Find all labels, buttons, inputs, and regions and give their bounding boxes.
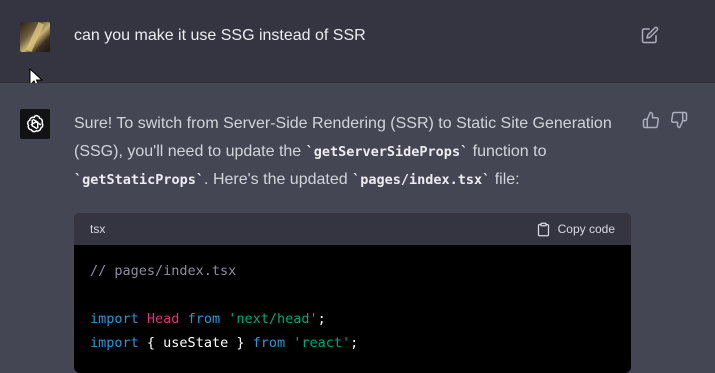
code-identifier: Head bbox=[146, 311, 180, 327]
inline-code: `getStaticProps` bbox=[74, 172, 205, 188]
code-language-label: tsx bbox=[90, 222, 106, 236]
assistant-message-row: Sure! To switch from Server-Side Renderi… bbox=[0, 83, 715, 373]
thumbs-up-icon[interactable] bbox=[642, 111, 660, 129]
user-message-row: can you make it use SSG instead of SSR bbox=[0, 0, 715, 89]
edit-icon[interactable] bbox=[641, 26, 659, 44]
code-content: // pages/index.tsx import Head from 'nex… bbox=[90, 263, 359, 351]
assistant-message-text: Sure! To switch from Server-Side Renderi… bbox=[74, 110, 634, 194]
code-keyword: import bbox=[90, 335, 139, 351]
message-text: file: bbox=[490, 171, 520, 188]
code-keyword: import bbox=[90, 311, 139, 327]
message-line: `getStaticProps`. Here's the updated `pa… bbox=[74, 166, 634, 194]
thumbs-down-icon[interactable] bbox=[670, 111, 688, 129]
message-line: Sure! To switch from Server-Side Renderi… bbox=[74, 110, 634, 138]
code-keyword: from bbox=[252, 335, 286, 351]
code-text: { useState } bbox=[146, 335, 245, 351]
code-comment: // pages/index.tsx bbox=[90, 263, 237, 279]
code-string: 'next/head' bbox=[228, 311, 318, 327]
copy-code-button[interactable]: Copy code bbox=[536, 222, 615, 237]
message-line: (SSG), you'll need to update the `getSer… bbox=[74, 138, 634, 166]
copy-code-label: Copy code bbox=[557, 222, 615, 236]
user-avatar bbox=[20, 22, 50, 52]
code-block-header: tsx Copy code bbox=[74, 213, 631, 245]
code-string: 'react' bbox=[293, 335, 351, 351]
code-keyword: from bbox=[187, 311, 221, 327]
message-text: (SSG), you'll need to update the bbox=[74, 143, 306, 160]
message-text: . Here's the updated bbox=[204, 171, 353, 188]
inline-code: `pages/index.tsx` bbox=[352, 172, 491, 188]
message-text: Sure! To switch from Server-Side Renderi… bbox=[74, 115, 612, 132]
code-block: tsx Copy code // pages/index.tsx import … bbox=[74, 213, 631, 373]
user-message-text: can you make it use SSG instead of SSR bbox=[74, 27, 366, 44]
message-text: function to bbox=[468, 143, 547, 160]
inline-code: `getServerSideProps` bbox=[305, 144, 469, 160]
chatgpt-logo-icon bbox=[20, 109, 50, 139]
clipboard-icon bbox=[537, 222, 549, 236]
